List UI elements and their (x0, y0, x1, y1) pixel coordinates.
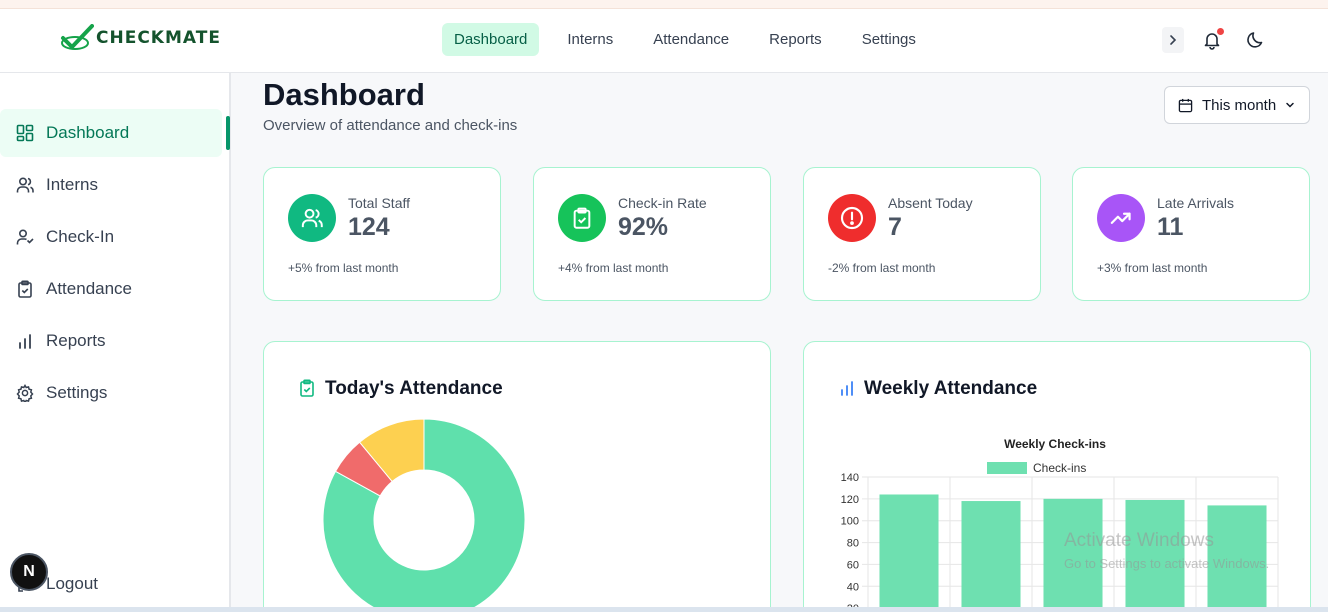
browser-top-strip (0, 0, 1328, 9)
clipboard-check-icon (18, 280, 32, 298)
y-tick-label: 120 (841, 494, 859, 506)
stat-card-absent-today: Absent Today 7 -2% from last month (803, 167, 1041, 301)
page-subtitle: Overview of attendance and check-ins (263, 117, 518, 134)
stat-icon-late-arrivals (1097, 194, 1145, 242)
page-title: Dashboard (263, 77, 425, 112)
clipboard-check-icon (573, 207, 591, 229)
theme-toggle-button[interactable] (1244, 28, 1268, 52)
top-navbar: CHECKMATE Dashboard Interns Attendance R… (0, 9, 1328, 73)
sidebar-item-label: Interns (46, 175, 98, 194)
app-logo[interactable]: CHECKMATE (60, 24, 221, 52)
clipboard-check-icon (300, 379, 314, 397)
today-attendance-panel: Today's Attendance (263, 341, 771, 612)
moon-icon (1247, 32, 1263, 48)
nav-dashboard[interactable]: Dashboard (442, 23, 540, 56)
chart-title: Weekly Check-ins (1004, 437, 1106, 451)
panel-title: Today's Attendance (325, 378, 503, 399)
sidebar-item-label: Dashboard (46, 123, 130, 142)
panel-title: Weekly Attendance (864, 378, 1038, 399)
bar-0 (879, 494, 939, 612)
nav-settings[interactable]: Settings (850, 23, 928, 56)
y-tick-label: 80 (847, 538, 859, 550)
main-content: Dashboard Overview of attendance and che… (231, 73, 1328, 612)
y-tick-label: 140 (841, 472, 859, 484)
bar-4 (1207, 505, 1267, 612)
sidebar-item-settings[interactable]: Settings (0, 369, 222, 417)
chevron-right-icon (1170, 35, 1177, 45)
stat-label: Total Staff (348, 195, 411, 211)
notification-dot (1217, 28, 1224, 35)
dev-badge[interactable]: N (10, 553, 48, 591)
logo-text: CHECKMATE (96, 28, 221, 48)
stat-change: +5% from last month (288, 261, 399, 275)
stat-label: Absent Today (888, 195, 973, 211)
stat-icon-total-staff (288, 194, 336, 242)
sidebar-item-attendance[interactable]: Attendance (0, 265, 222, 313)
y-tick-label: 40 (847, 581, 859, 593)
y-tick-label: 60 (847, 559, 859, 571)
sidebar-item-interns[interactable]: Interns (0, 161, 222, 209)
logout-label: Logout (46, 574, 98, 593)
user-check-icon (16, 229, 34, 245)
sidebar: Dashboard Interns Check-In Attendance Re… (0, 73, 231, 612)
stat-icon-check-in-rate (558, 194, 606, 242)
stat-label: Late Arrivals (1157, 195, 1235, 211)
nav-interns[interactable]: Interns (555, 23, 625, 56)
y-tick-label: 100 (841, 516, 859, 528)
stat-change: +3% from last month (1097, 261, 1208, 275)
grid-icon (16, 124, 34, 142)
weekly-checkins-bar-chart: Weekly Check-insCheck-ins020406080100120… (841, 437, 1279, 612)
stat-card-total-staff: Total Staff 124 +5% from last month (263, 167, 501, 301)
chevron-down-icon (1286, 102, 1294, 108)
sidebar-item-label: Settings (46, 383, 108, 402)
sidebar-active-indicator (226, 116, 230, 150)
sidebar-item-dashboard[interactable]: Dashboard (0, 109, 222, 157)
users-icon (301, 208, 323, 228)
period-select-value: This month (1202, 96, 1277, 114)
stat-value: 7 (888, 213, 902, 241)
stat-card-late-arrivals: Late Arrivals 11 +3% from last month (1072, 167, 1310, 301)
stat-card-check-in-rate: Check-in Rate 92% +4% from last month (533, 167, 771, 301)
attendance-donut-chart (322, 418, 526, 612)
stat-change: -2% from last month (828, 261, 936, 275)
top-nav: Dashboard Interns Attendance Reports Set… (442, 23, 944, 56)
sidebar-item-label: Check-In (46, 227, 115, 246)
trending-up-icon (1110, 212, 1131, 224)
stat-value: 92% (618, 213, 669, 241)
taskbar-edge (0, 607, 1328, 612)
users-icon (16, 177, 34, 193)
stat-value: 11 (1157, 213, 1184, 241)
legend-label: Check-ins (1033, 461, 1086, 475)
top-actions (1162, 27, 1268, 53)
legend-swatch (987, 462, 1027, 474)
dev-badge-letter: N (23, 563, 35, 580)
bar-chart-icon (841, 381, 853, 396)
stat-change: +4% from last month (558, 261, 669, 275)
bar-2 (1043, 498, 1103, 612)
bar-1 (961, 501, 1021, 612)
sidebar-item-label: Reports (46, 331, 106, 350)
calendar-icon (1178, 98, 1193, 112)
nav-reports[interactable]: Reports (757, 23, 834, 56)
checkmark-logo-icon (61, 24, 94, 50)
stat-label: Check-in Rate (618, 195, 707, 211)
sidebar-item-reports[interactable]: Reports (0, 317, 222, 365)
period-select[interactable]: This month (1164, 86, 1310, 124)
expand-button[interactable] (1162, 27, 1184, 53)
bar-chart-icon (19, 334, 31, 349)
stat-value: 124 (348, 213, 390, 241)
notifications-button[interactable] (1200, 28, 1224, 52)
sidebar-item-check-in[interactable]: Check-In (0, 213, 222, 261)
alert-circle-icon (840, 206, 864, 230)
stat-icon-absent-today (828, 194, 876, 242)
sidebar-item-label: Attendance (46, 279, 133, 298)
gear-icon (16, 384, 34, 402)
nav-attendance[interactable]: Attendance (641, 23, 741, 56)
bar-3 (1125, 499, 1185, 612)
weekly-attendance-panel: Weekly Attendance Weekly Check-ins Check-… (803, 341, 1311, 612)
